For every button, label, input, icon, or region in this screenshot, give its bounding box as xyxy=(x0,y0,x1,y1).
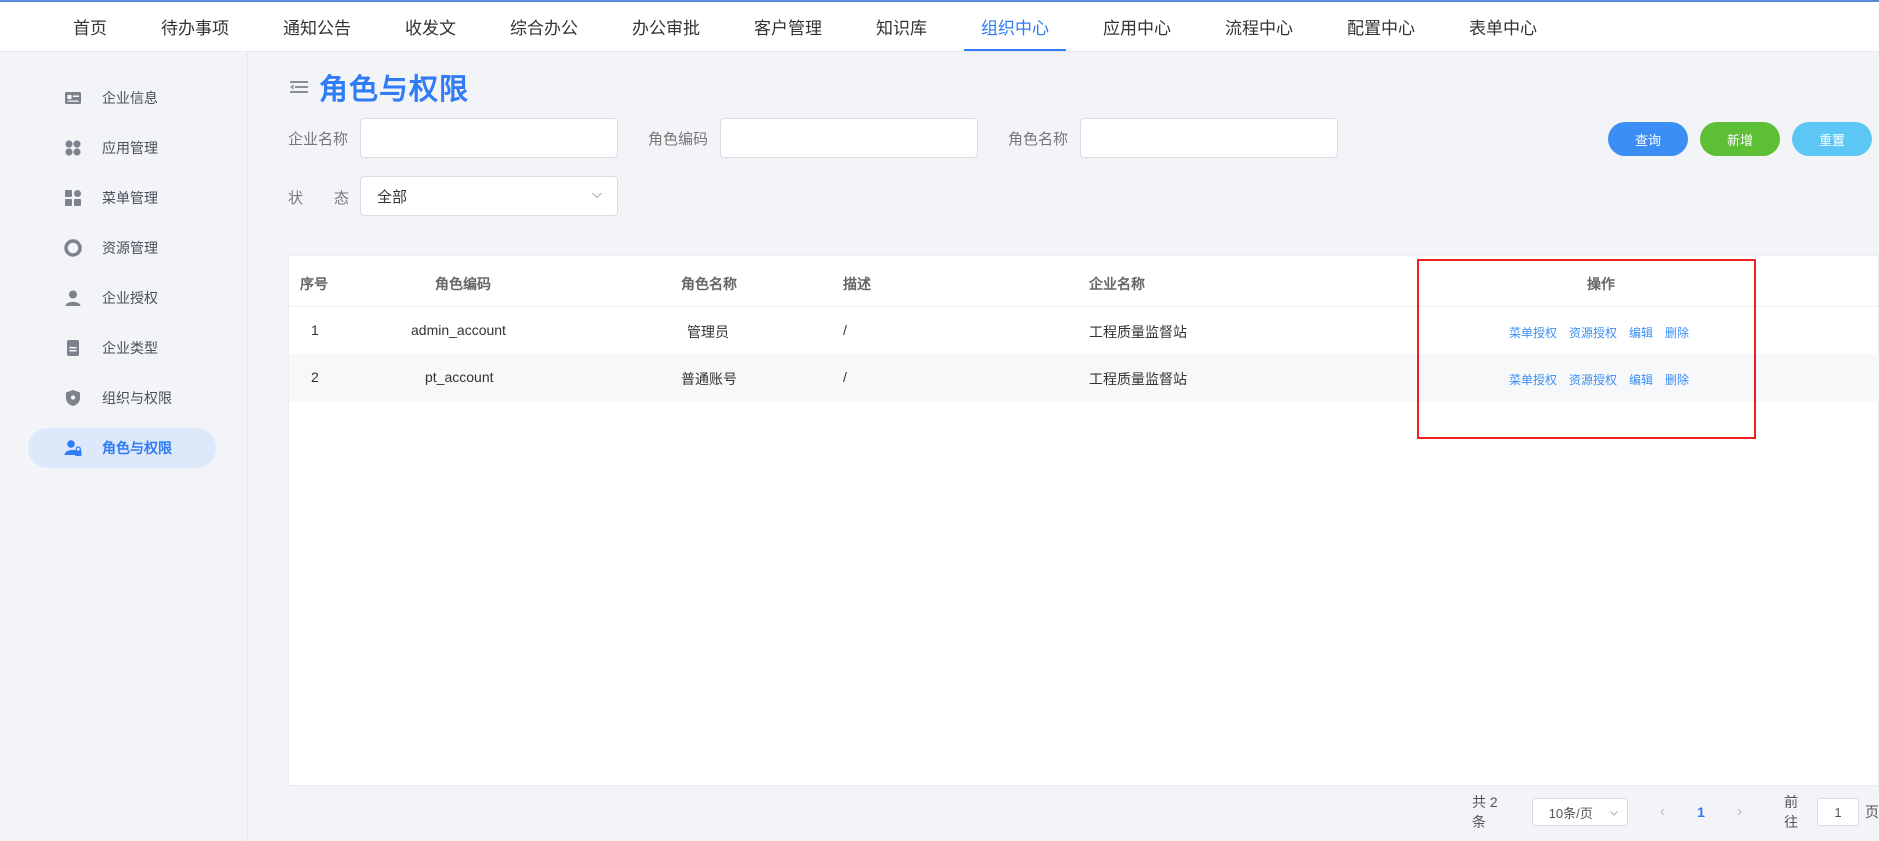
nav-item-notices[interactable]: 通知公告 xyxy=(256,2,378,51)
row-company: 工程质量监督站 xyxy=(1089,324,1187,340)
sidebar-item-company-info[interactable]: 企业信息 xyxy=(28,78,216,118)
actions-highlight-box xyxy=(1417,259,1756,439)
pagination: 共 2 条 10条/页 ‹ 1 › 前往 1 页 xyxy=(1472,794,1879,830)
top-navigation: 首页 待办事项 通知公告 收发文 综合办公 办公审批 客户管理 知识库 组织中心… xyxy=(0,0,1879,52)
page-size-value: 10条/页 xyxy=(1548,805,1593,821)
role-code-label: 角色编码 xyxy=(648,131,709,148)
chevron-down-icon xyxy=(592,192,602,199)
id-card-icon xyxy=(64,89,82,107)
column-header-index: 序号 xyxy=(300,276,328,292)
nav-item-form-center[interactable]: 表单中心 xyxy=(1442,2,1564,51)
sidebar-item-app-management[interactable]: 应用管理 xyxy=(28,128,216,168)
row-description: / xyxy=(843,369,847,385)
shield-icon xyxy=(64,389,82,407)
nav-item-home[interactable]: 首页 xyxy=(46,2,134,51)
sidebar-item-org-permissions[interactable]: 组织与权限 xyxy=(28,378,216,418)
nav-item-knowledge[interactable]: 知识库 xyxy=(849,2,954,51)
collapse-menu-icon[interactable] xyxy=(289,77,309,97)
user-icon xyxy=(64,289,82,307)
sidebar-item-label: 组织与权限 xyxy=(102,390,172,406)
nav-item-app-center[interactable]: 应用中心 xyxy=(1076,2,1198,51)
company-name-input[interactable] xyxy=(360,118,618,158)
sidebar-item-label: 企业授权 xyxy=(102,290,158,306)
row-index: 1 xyxy=(311,322,319,338)
role-code-input[interactable] xyxy=(720,118,978,158)
sidebar: 企业信息 应用管理 菜单管理 资源管理 企业授权 企业类型 组织与权限 角色与权… xyxy=(0,53,248,841)
company-name-label: 企业名称 xyxy=(288,131,349,148)
query-button[interactable]: 查询 xyxy=(1608,122,1688,156)
nav-item-todo[interactable]: 待办事项 xyxy=(134,2,256,51)
row-description: / xyxy=(843,322,847,338)
sidebar-item-resource-management[interactable]: 资源管理 xyxy=(28,228,216,268)
status-label: 态 xyxy=(334,190,350,207)
apps-grid-icon xyxy=(64,139,82,157)
row-index: 2 xyxy=(311,369,319,385)
status-select[interactable]: 全部 xyxy=(360,176,618,216)
menu-grid-icon xyxy=(64,189,82,207)
page-suffix-label: 页 xyxy=(1865,804,1879,820)
row-role-code: admin_account xyxy=(411,322,506,338)
sidebar-item-label: 菜单管理 xyxy=(102,190,158,206)
nav-item-approval[interactable]: 办公审批 xyxy=(605,2,727,51)
row-role-code: pt_account xyxy=(425,369,494,385)
status-label: 状 xyxy=(288,190,304,207)
goto-label: 前往 xyxy=(1784,794,1799,830)
row-role-name: 管理员 xyxy=(687,324,729,340)
page-header: 角色与权限 xyxy=(289,66,469,108)
status-select-value: 全部 xyxy=(377,188,408,206)
sidebar-item-label: 应用管理 xyxy=(102,140,158,156)
role-name-label: 角色名称 xyxy=(1008,131,1069,148)
sidebar-item-label: 资源管理 xyxy=(102,240,158,256)
nav-item-config-center[interactable]: 配置中心 xyxy=(1320,2,1442,51)
sidebar-item-company-type[interactable]: 企业类型 xyxy=(28,328,216,368)
column-header-role-code: 角色编码 xyxy=(435,276,491,292)
nav-item-org-center[interactable]: 组织中心 xyxy=(954,2,1076,51)
sidebar-item-label: 企业类型 xyxy=(102,340,158,356)
column-header-company: 企业名称 xyxy=(1089,276,1145,292)
nav-item-process-center[interactable]: 流程中心 xyxy=(1198,2,1320,51)
sidebar-item-label: 企业信息 xyxy=(102,90,158,106)
column-header-description: 描述 xyxy=(843,276,871,292)
add-button[interactable]: 新增 xyxy=(1700,122,1780,156)
page-title: 角色与权限 xyxy=(319,74,470,106)
resource-ring-icon xyxy=(64,239,82,257)
page-size-select[interactable]: 10条/页 xyxy=(1531,798,1628,826)
sidebar-item-company-authorization[interactable]: 企业授权 xyxy=(28,278,216,318)
document-icon xyxy=(64,339,82,357)
row-role-name: 普通账号 xyxy=(681,371,737,387)
chevron-down-icon xyxy=(1610,811,1618,816)
role-name-input[interactable] xyxy=(1080,118,1338,158)
user-lock-icon xyxy=(64,439,82,457)
nav-item-documents[interactable]: 收发文 xyxy=(378,2,483,51)
prev-page-button[interactable]: ‹ xyxy=(1654,803,1671,821)
reset-button[interactable]: 重置 xyxy=(1792,122,1872,156)
total-count: 共 2 条 xyxy=(1472,794,1498,830)
sidebar-item-label: 角色与权限 xyxy=(102,440,172,456)
nav-item-office[interactable]: 综合办公 xyxy=(483,2,605,51)
sidebar-item-menu-management[interactable]: 菜单管理 xyxy=(28,178,216,218)
sidebar-item-role-permissions[interactable]: 角色与权限 xyxy=(28,428,216,468)
goto-page-input[interactable]: 1 xyxy=(1816,798,1859,826)
column-header-role-name: 角色名称 xyxy=(681,276,737,292)
row-company: 工程质量监督站 xyxy=(1089,371,1187,387)
next-page-button[interactable]: › xyxy=(1731,803,1748,821)
page-number-current[interactable]: 1 xyxy=(1697,804,1705,820)
nav-item-customers[interactable]: 客户管理 xyxy=(727,2,849,51)
